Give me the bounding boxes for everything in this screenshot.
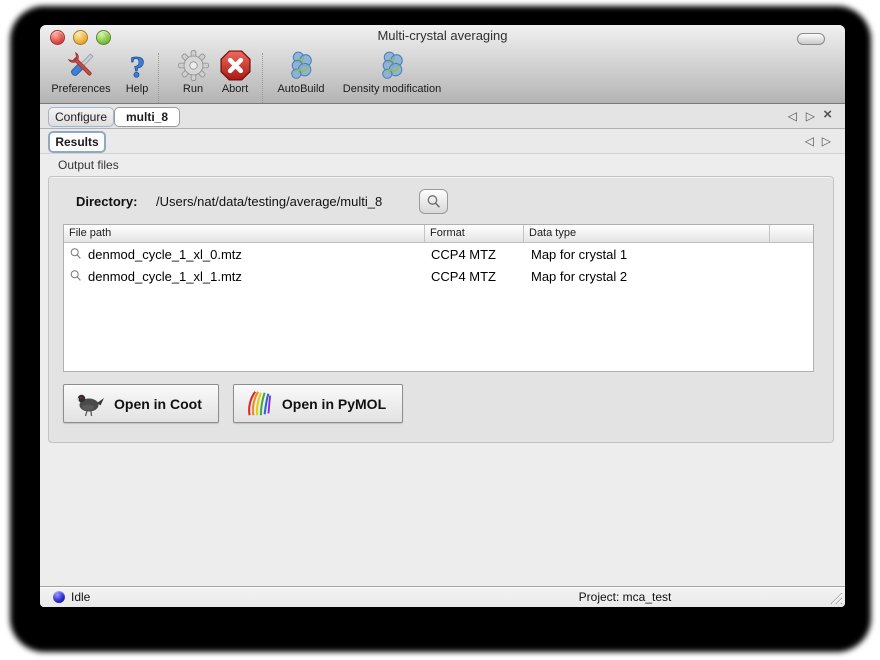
file-path-cell: denmod_cycle_1_xl_0.mtz xyxy=(88,247,242,262)
output-files-groupbox: Directory: /Users/nat/data/testing/avera… xyxy=(48,176,834,443)
coot-bird-icon xyxy=(74,391,106,417)
stop-icon xyxy=(219,49,252,82)
toolbar-label: Run xyxy=(183,83,203,95)
status-text: Idle xyxy=(71,590,90,604)
toolbar-label: Abort xyxy=(222,83,248,95)
question-mark-icon: ? xyxy=(121,49,154,82)
screen: Multi-crystal averaging xyxy=(0,0,880,660)
data-type-cell: Map for crystal 2 xyxy=(524,269,770,284)
file-path-cell: denmod_cycle_1_xl_1.mtz xyxy=(88,269,242,284)
tab-label: multi_8 xyxy=(126,110,168,124)
title-toolbar-area: Multi-crystal averaging xyxy=(40,25,845,104)
browse-directory-button[interactable] xyxy=(419,189,448,214)
toolbar-toggle-button[interactable] xyxy=(797,33,825,45)
toolbar: Preferences ? Help xyxy=(40,47,845,103)
tab-label: Results xyxy=(55,135,98,149)
column-header-format[interactable]: Format xyxy=(425,225,524,242)
toolbar-button-abort[interactable]: Abort xyxy=(212,49,258,101)
resize-grip[interactable] xyxy=(827,589,843,605)
magnifier-icon xyxy=(69,247,83,261)
button-label: Open in PyMOL xyxy=(282,396,386,412)
protein-model-icon xyxy=(376,49,409,82)
protein-model-icon xyxy=(285,49,318,82)
gear-icon xyxy=(177,49,210,82)
format-cell: CCP4 MTZ xyxy=(425,269,524,284)
viewer-buttons-row: Open in Coot Open in PyMOL xyxy=(63,384,403,423)
tab-scroll-right-icon[interactable]: ▷ xyxy=(806,108,815,124)
tab-configure[interactable]: Configure xyxy=(48,107,114,127)
toolbar-button-help[interactable]: ? Help xyxy=(117,49,157,101)
magnifier-icon xyxy=(426,194,442,210)
tab-results[interactable]: Results xyxy=(48,131,106,153)
tab-multi-8[interactable]: multi_8 xyxy=(114,107,180,127)
format-cell: CCP4 MTZ xyxy=(425,247,524,262)
sub-tab-bar: Results ◁ ▷ xyxy=(40,129,845,154)
tab-label: Configure xyxy=(55,110,107,124)
app-window: Multi-crystal averaging xyxy=(40,25,845,607)
open-in-pymol-button[interactable]: Open in PyMOL xyxy=(233,384,403,423)
data-type-cell: Map for crystal 1 xyxy=(524,247,770,262)
toolbar-button-autobuild[interactable]: AutoBuild xyxy=(266,49,336,101)
title-bar[interactable]: Multi-crystal averaging xyxy=(40,25,845,47)
toolbar-label: Density modification xyxy=(343,83,441,95)
toolbar-button-preferences[interactable]: Preferences xyxy=(43,49,119,101)
toolbar-label: Help xyxy=(126,83,149,95)
open-in-coot-button[interactable]: Open in Coot xyxy=(63,384,219,423)
button-label: Open in Coot xyxy=(114,396,202,412)
directory-path: /Users/nat/data/testing/average/multi_8 xyxy=(156,194,382,209)
table-row[interactable]: denmod_cycle_1_xl_0.mtz CCP4 MTZ Map for… xyxy=(64,243,813,265)
svg-text:?: ? xyxy=(129,49,144,82)
directory-label: Directory: xyxy=(76,194,137,209)
results-panel: Output files Directory: /Users/nat/data/… xyxy=(40,154,845,587)
pymol-ribbon-icon xyxy=(244,389,274,419)
column-header-file-path[interactable]: File path xyxy=(64,225,425,242)
subtab-scroll-right-icon[interactable]: ▷ xyxy=(822,133,831,149)
toolbar-label: Preferences xyxy=(51,83,110,95)
subtab-scroll-left-icon[interactable]: ◁ xyxy=(805,133,814,149)
project-label: Project: mca_test xyxy=(440,590,810,604)
tab-scroll-left-icon[interactable]: ◁ xyxy=(788,108,797,124)
toolbar-label: AutoBuild xyxy=(277,83,324,95)
toolbar-button-run[interactable]: Run xyxy=(173,49,213,101)
toolbar-button-density-modification[interactable]: Density modification xyxy=(329,49,455,101)
table-row[interactable]: denmod_cycle_1_xl_1.mtz CCP4 MTZ Map for… xyxy=(64,265,813,287)
directory-row: Directory: /Users/nat/data/testing/avera… xyxy=(49,177,833,221)
magnifier-icon xyxy=(69,269,83,283)
output-files-section-label: Output files xyxy=(58,158,119,172)
output-files-table: File path Format Data type denmod_cycle_… xyxy=(63,224,814,372)
window-title: Multi-crystal averaging xyxy=(40,28,845,43)
status-bar: Idle Project: mca_test xyxy=(40,586,845,607)
status-indicator-ball xyxy=(53,591,65,603)
tools-icon xyxy=(65,49,98,82)
table-header: File path Format Data type xyxy=(64,225,813,243)
main-tab-bar: Configure multi_8 ◁ ▷ × xyxy=(40,104,845,129)
tab-close-icon[interactable]: × xyxy=(823,107,832,123)
column-header-data-type[interactable]: Data type xyxy=(524,225,770,242)
column-header-empty[interactable] xyxy=(770,225,813,242)
